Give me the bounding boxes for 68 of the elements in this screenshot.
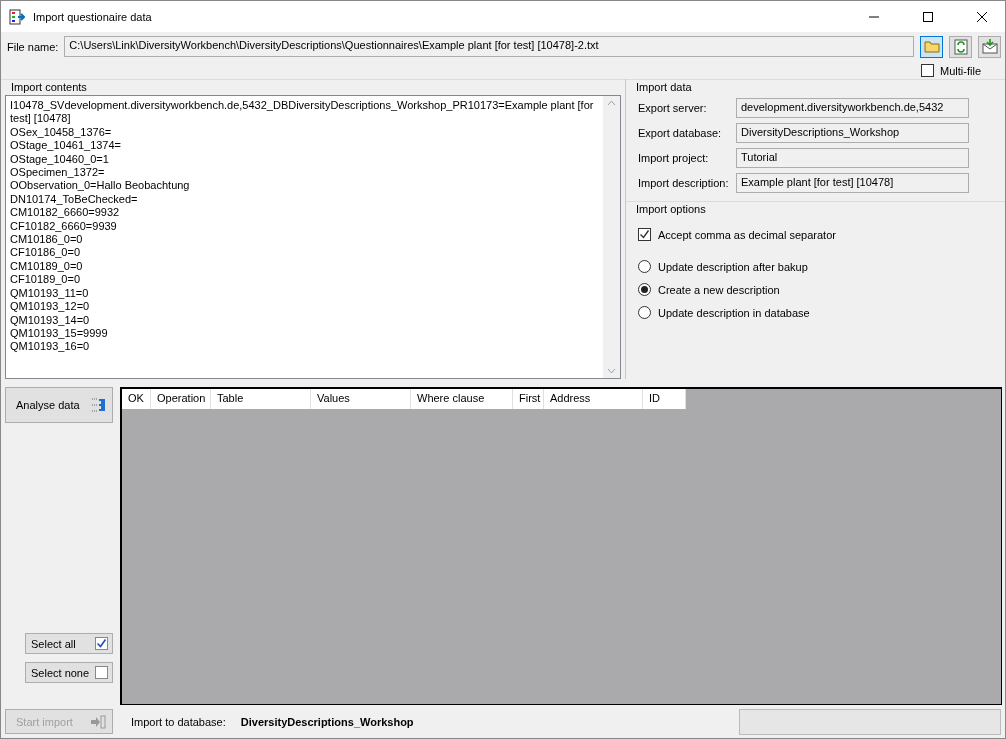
column-header[interactable]: ID [643, 389, 686, 409]
field-label: Import description: [638, 176, 730, 189]
field-label: Import project: [638, 151, 710, 164]
group-title: Import data [635, 80, 693, 95]
field-label: Export server: [638, 101, 708, 114]
column-header[interactable]: Values [311, 389, 411, 409]
content-line: DN10174_ToBeChecked= [10, 192, 139, 207]
target-database: DiversityDescriptions_Workshop [240, 715, 415, 728]
multi-file-label: Multi-file [940, 64, 981, 77]
open-folder-button[interactable] [920, 35, 943, 58]
status-label: Import to database: [131, 715, 226, 728]
readonly-field[interactable]: DiversityDescriptions_Workshop [736, 122, 969, 143]
column-header[interactable]: Table [211, 389, 311, 409]
select-button[interactable]: Select none [25, 662, 113, 683]
data-grid[interactable]: OK Operation Table Values Where clause First Address ID [120, 387, 1002, 705]
radio-button[interactable] [638, 306, 651, 319]
content-line: OSex_10458_1376= [10, 125, 113, 140]
content-line: OObservation_0=Hallo Beobachtung [10, 179, 191, 193]
maximize-icon [923, 11, 933, 22]
reload-button[interactable] [949, 35, 972, 58]
column-header[interactable]: First [513, 389, 544, 409]
content-line: CF10182_6660=9939 [10, 219, 118, 234]
scroll-down-icon[interactable] [607, 368, 616, 374]
close-icon [977, 11, 987, 22]
mail-button[interactable] [978, 35, 1001, 58]
file-path-field[interactable]: C:\Users\Link\DiversityWorkbench\DiversityDescriptions\Questionnaires\Example plant [for test] [10478]-2.txt [64, 36, 914, 57]
analyse-data-button[interactable]: Analyse data [5, 387, 113, 423]
checkbox[interactable] [921, 64, 935, 77]
table-icon [90, 397, 106, 413]
group-title: Import options [635, 202, 707, 217]
content-line: I10478_SVdevelopment.diversityworkbench.de,5432_DBDiversityDescriptions_Workshop_PR10173=Example plant [for test] [10478] [10, 99, 595, 126]
readonly-field[interactable]: Example plant [for test] [10478] [736, 172, 969, 193]
content-line: CF10189_0=0 [10, 273, 82, 287]
column-header[interactable]: Address [544, 389, 643, 409]
content-line: OSpecimen_1372= [10, 166, 106, 180]
content-line: QM10193_12=0 [10, 300, 91, 314]
file-name-label: File name: [7, 40, 59, 53]
field-label: Export database: [638, 126, 723, 139]
readonly-field[interactable]: development.diversityworkbench.de,5432 [736, 97, 969, 118]
content-line: QM10193_14=0 [10, 313, 91, 327]
group-title: Import contents [10, 80, 88, 95]
checkbox-label: Accept comma as decimal separator [658, 228, 836, 241]
content-line: CM10189_0=0 [10, 259, 84, 274]
scroll-up-icon[interactable] [607, 100, 616, 106]
column-header[interactable]: OK [122, 389, 151, 409]
import-contents-text-area[interactable] [5, 95, 621, 379]
content-line: QM10193_15=9999 [10, 326, 109, 341]
radio-label: Update description after bakup [658, 260, 808, 273]
content-line: CF10186_0=0 [10, 246, 82, 260]
column-header[interactable]: Where clause [411, 389, 513, 409]
content-line: QM10193_11=0 [10, 286, 90, 301]
radio-label: Update description in database [658, 306, 810, 319]
select-button[interactable]: Select all [25, 633, 113, 654]
radio-button[interactable] [638, 260, 651, 273]
content-line: QM10193_16=0 [10, 340, 91, 354]
content-line: CM10182_6660=9932 [10, 206, 121, 220]
enter-arrow-icon [90, 714, 106, 729]
content-line: OStage_10461_1374= [10, 139, 123, 153]
checkbox[interactable] [638, 228, 651, 241]
window-title: Import questionaire data [33, 10, 153, 23]
content-line: CM10186_0=0 [10, 233, 84, 247]
radio-button[interactable] [638, 283, 651, 296]
readonly-field[interactable]: Tutorial [736, 147, 969, 168]
column-header[interactable]: Operation [151, 389, 211, 409]
content-line: OStage_10460_0=1 [10, 152, 110, 167]
radio-label: Create a new description [658, 283, 780, 296]
scrollbar[interactable] [603, 96, 620, 378]
app-icon [9, 8, 25, 25]
